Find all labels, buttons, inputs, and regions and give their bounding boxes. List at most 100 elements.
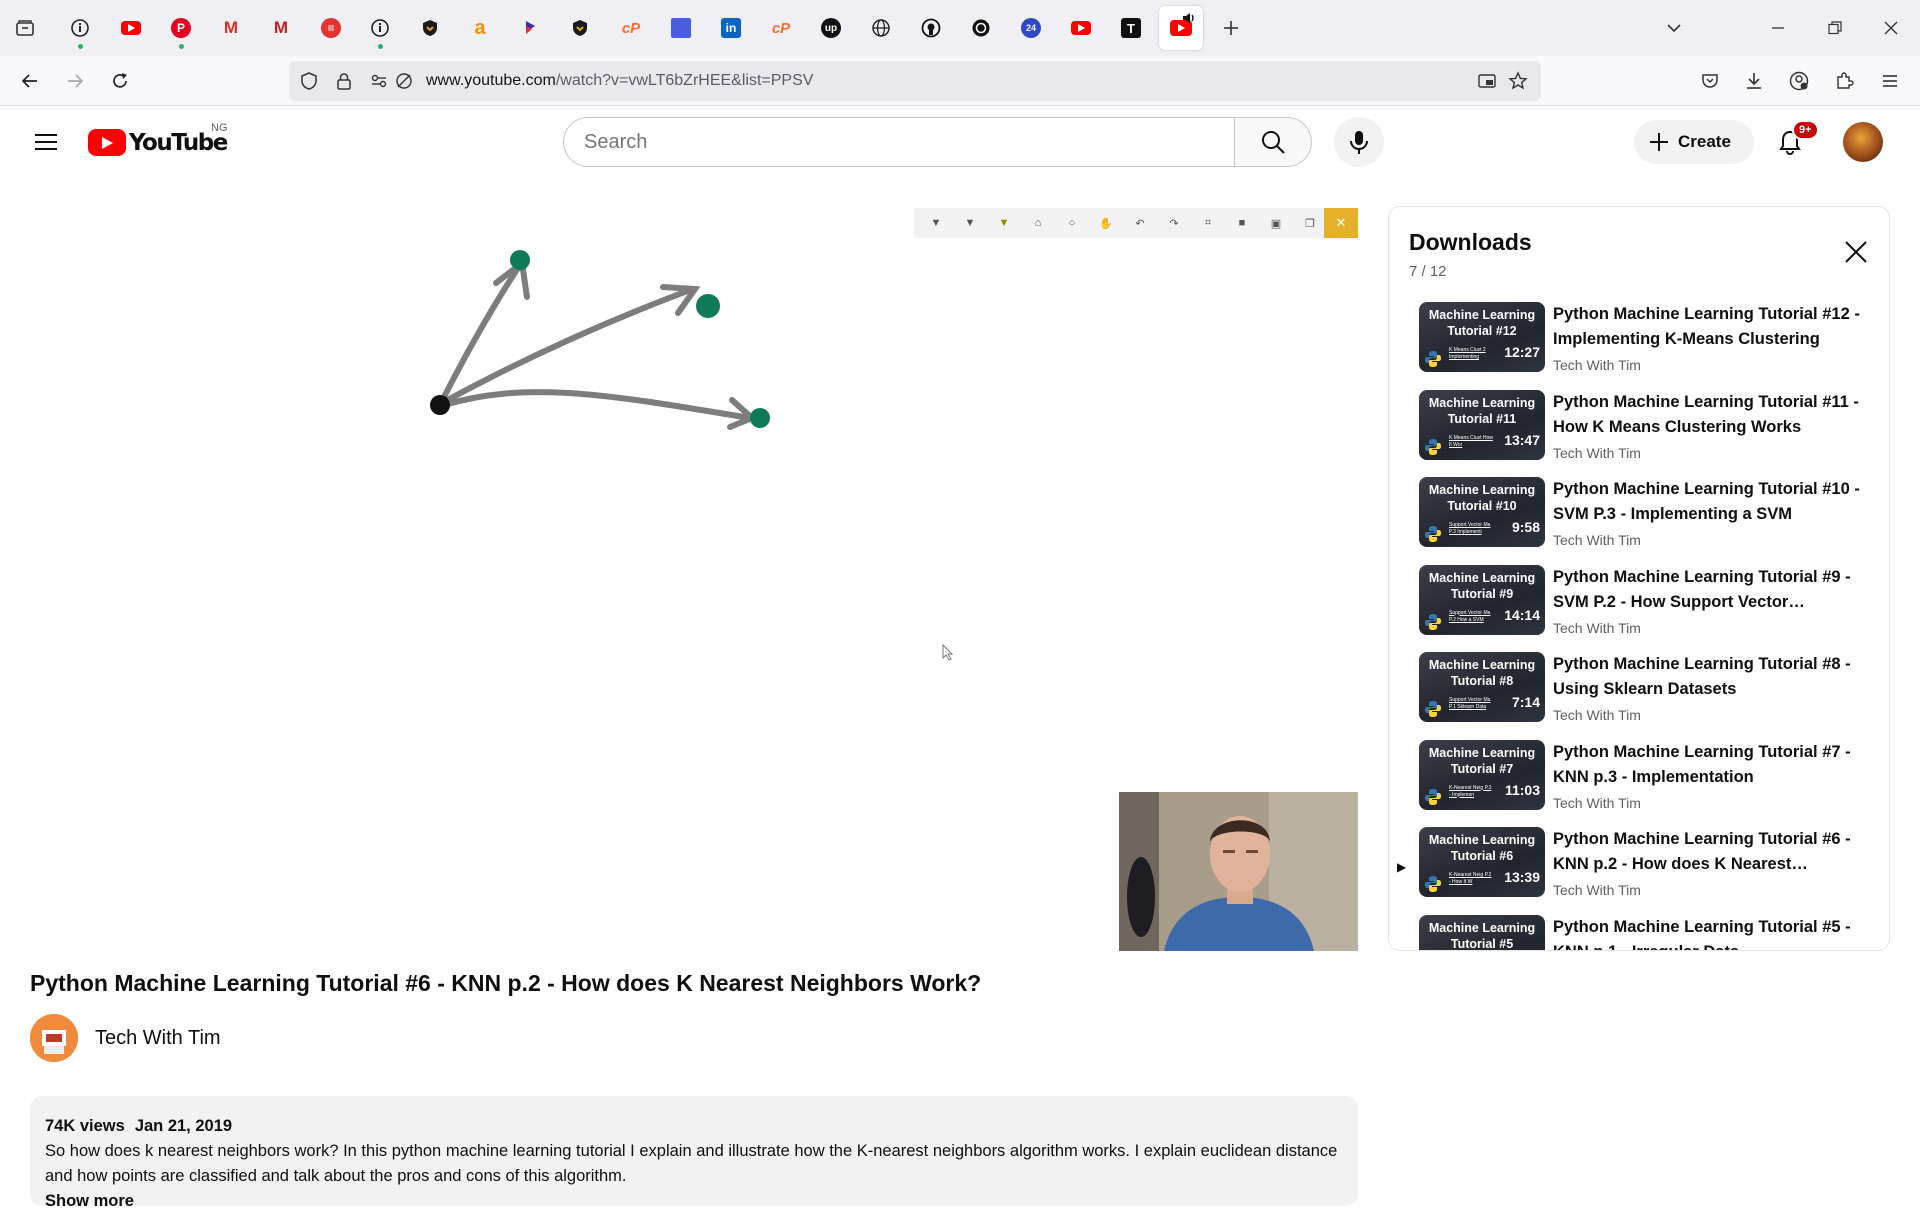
- app-menu-icon[interactable]: [1876, 67, 1904, 95]
- playlist-item-channel[interactable]: Tech With Tim: [1553, 357, 1641, 373]
- user-avatar[interactable]: [1843, 122, 1883, 162]
- account-icon[interactable]: [1785, 67, 1813, 95]
- extensions-icon[interactable]: [1830, 67, 1858, 95]
- search-input[interactable]: [584, 131, 1184, 154]
- playlist-title[interactable]: Downloads: [1409, 229, 1532, 256]
- back-icon[interactable]: [16, 67, 44, 95]
- tab-overview-icon[interactable]: [11, 14, 39, 42]
- playlist-item-title[interactable]: Python Machine Learning Tutorial #8 - Us…: [1553, 652, 1873, 702]
- playlist-item-title[interactable]: Python Machine Learning Tutorial #12 - I…: [1553, 302, 1873, 352]
- video-thumbnail[interactable]: Machine Learning Tutorial #6 K-Nearest Nei…: [1419, 827, 1545, 897]
- reader-view-icon[interactable]: [1473, 67, 1501, 95]
- playlist-item[interactable]: Machine Learning Tutorial #8 Support Vecto…: [1389, 652, 1889, 736]
- create-button[interactable]: Create: [1634, 120, 1754, 164]
- video-thumbnail[interactable]: Machine Learning Tutorial #9 Support Vecto…: [1419, 564, 1545, 635]
- thumbnail-subtext: K-Nearest Neig P.2 - How It W: [1449, 872, 1492, 885]
- playlist-item-title[interactable]: Python Machine Learning Tutorial #10 - S…: [1553, 477, 1873, 527]
- lock-icon[interactable]: [330, 67, 358, 95]
- tab-24-icon[interactable]: 24: [1017, 14, 1045, 42]
- playlist-item[interactable]: Machine Learning Tutorial #12 K Means Clus…: [1389, 302, 1889, 386]
- tab-youtube-active-icon[interactable]: [1159, 6, 1203, 50]
- playlist-item-channel[interactable]: Tech With Tim: [1553, 532, 1641, 548]
- youtube-logo[interactable]: YouTube: [88, 129, 228, 156]
- video-thumbnail[interactable]: Machine Learning Tutorial #5: [1419, 914, 1545, 950]
- description-text: So how does k nearest neighbors work? In…: [45, 1142, 1338, 1185]
- close-window-icon[interactable]: [1877, 14, 1905, 42]
- playlist-item[interactable]: ▶ Machine Learning Tutorial #6 K-Nearest Ne…: [1389, 827, 1889, 911]
- channel-name[interactable]: Tech With Tim: [95, 1027, 221, 1050]
- tab-info-icon[interactable]: [66, 14, 94, 42]
- playlist-item-channel[interactable]: Tech With Tim: [1553, 707, 1641, 723]
- playlist-item[interactable]: Machine Learning Tutorial #11 K Means Clus…: [1389, 389, 1889, 474]
- playlist-item-title[interactable]: Python Machine Learning Tutorial #6 - KN…: [1553, 827, 1873, 877]
- tab-bookmark-icon[interactable]: ≡: [317, 14, 345, 42]
- minimize-icon[interactable]: [1764, 14, 1792, 42]
- playlist-item[interactable]: Machine Learning Tutorial #7 K-Nearest Nei…: [1389, 739, 1889, 824]
- plus-icon: [1650, 133, 1668, 151]
- tracking-shield-icon[interactable]: [295, 67, 323, 95]
- tab-gmail-icon[interactable]: M: [267, 14, 295, 42]
- autoplay-blocked-icon[interactable]: [390, 67, 418, 95]
- channel-avatar[interactable]: [30, 1014, 78, 1062]
- playlist-item-channel[interactable]: Tech With Tim: [1553, 882, 1641, 898]
- forward-icon[interactable]: [61, 67, 89, 95]
- view-count: 74K views: [45, 1117, 125, 1135]
- playlist-item-channel[interactable]: Tech With Tim: [1553, 445, 1641, 461]
- shape-icon: ○: [1068, 217, 1076, 229]
- tab-github-icon[interactable]: [917, 14, 945, 42]
- playlist-item-channel[interactable]: Tech With Tim: [1553, 620, 1641, 636]
- reload-icon[interactable]: [106, 67, 134, 95]
- tab-cp-icon[interactable]: cP: [617, 14, 645, 42]
- video-thumbnail[interactable]: Machine Learning Tutorial #12 K Means Clus…: [1419, 302, 1545, 372]
- new-tab-icon[interactable]: [1217, 14, 1245, 42]
- playlist-item[interactable]: Machine Learning Tutorial #5 Python Machin…: [1389, 914, 1889, 951]
- tab-openai-icon[interactable]: [967, 14, 995, 42]
- permissions-icon[interactable]: [365, 67, 393, 95]
- tab-linkedin-icon[interactable]: in: [717, 14, 745, 42]
- tab-shield-icon[interactable]: [566, 14, 594, 42]
- tab-square-icon[interactable]: [667, 14, 695, 42]
- tab-pinterest-icon[interactable]: P: [167, 14, 195, 42]
- bookmark-star-icon[interactable]: [1504, 67, 1532, 95]
- tab-a-icon[interactable]: a: [466, 14, 494, 42]
- playlist-item[interactable]: Machine Learning Tutorial #10 Support Vect…: [1389, 477, 1889, 561]
- tab-upwork-icon[interactable]: up: [817, 14, 845, 42]
- tab-gmail-icon[interactable]: M: [217, 14, 245, 42]
- tab-info-icon[interactable]: [366, 14, 394, 42]
- restore-icon[interactable]: [1821, 14, 1849, 42]
- playlist-item-title[interactable]: Python Machine Learning Tutorial #7 - KN…: [1553, 740, 1873, 790]
- close-icon[interactable]: [1841, 237, 1871, 267]
- playlist-item-title[interactable]: Python Machine Learning Tutorial #5 - KN…: [1553, 915, 1873, 951]
- show-more-button[interactable]: Show more: [45, 1189, 1343, 1214]
- voice-search-button[interactable]: [1334, 117, 1384, 167]
- tab-shield-icon[interactable]: [416, 14, 444, 42]
- search-button[interactable]: [1234, 117, 1312, 167]
- downloads-icon[interactable]: [1740, 67, 1768, 95]
- tab-youtube-icon[interactable]: [117, 14, 145, 42]
- video-thumbnail[interactable]: Machine Learning Tutorial #7 K-Nearest Nei…: [1419, 739, 1545, 810]
- url-bar[interactable]: www.youtube.com/watch?v=vwLT6bZrHEE&list…: [289, 61, 1541, 101]
- tab-list-chevron-icon[interactable]: [1660, 14, 1688, 42]
- video-player[interactable]: ▼ ▼ ▼ ⌂ ○ ✋ ↶ ↷ ⌗ ■ ▣ ❐ ⚲ ✕: [30, 205, 1358, 951]
- thumbnail-text: Machine Learning Tutorial #7: [1428, 745, 1536, 776]
- playlist-item-title[interactable]: Python Machine Learning Tutorial #11 - H…: [1553, 390, 1873, 440]
- save-icon: ▣: [1270, 217, 1282, 230]
- guide-menu-icon[interactable]: [28, 124, 64, 160]
- pocket-icon[interactable]: [1696, 67, 1724, 95]
- microphone-icon: [1350, 131, 1368, 154]
- tab-cp-icon[interactable]: cP: [767, 14, 795, 42]
- search-box[interactable]: [563, 117, 1235, 167]
- thumbnail-subtext: K-Nearest Neig P.3 - Implemen: [1449, 784, 1492, 798]
- playlist-item[interactable]: Machine Learning Tutorial #9 Support Vecto…: [1389, 564, 1889, 649]
- description-box[interactable]: 74K views Jan 21, 2019 So how does k near…: [30, 1096, 1358, 1210]
- tab-globe-icon[interactable]: [867, 14, 895, 42]
- tab-flag-icon[interactable]: [516, 14, 544, 42]
- playlist-item-title[interactable]: Python Machine Learning Tutorial #9 - SV…: [1553, 565, 1873, 615]
- video-thumbnail[interactable]: Machine Learning Tutorial #11 K Means Clus…: [1419, 389, 1545, 460]
- thumbnail-text: Machine Learning Tutorial #9: [1428, 570, 1536, 601]
- video-thumbnail[interactable]: Machine Learning Tutorial #10 Support Vect…: [1419, 477, 1545, 547]
- video-thumbnail[interactable]: Machine Learning Tutorial #8 Support Vecto…: [1419, 652, 1545, 722]
- tab-t-icon[interactable]: T: [1117, 14, 1145, 42]
- tab-youtube-icon[interactable]: [1067, 14, 1095, 42]
- playlist-item-channel[interactable]: Tech With Tim: [1553, 795, 1641, 811]
